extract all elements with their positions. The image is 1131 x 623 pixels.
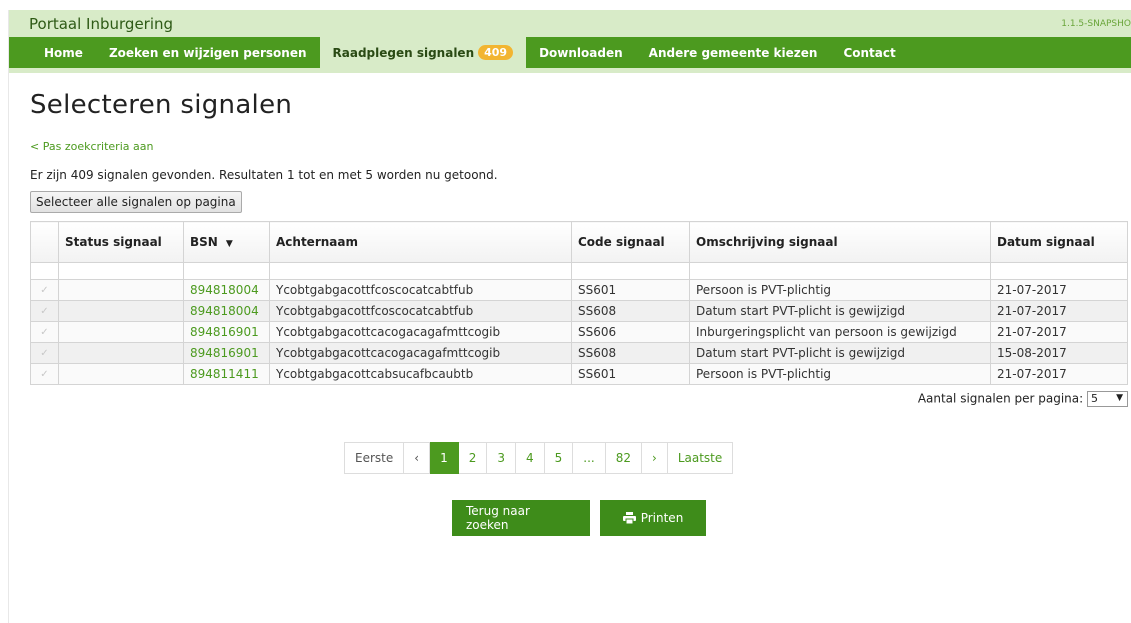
back-to-search-button[interactable]: Terug naar zoeken	[452, 500, 590, 536]
main-content: Selecteren signalen < Pas zoekcriteria a…	[9, 90, 1131, 536]
header-omschrijving[interactable]: Omschrijving signaal	[689, 221, 991, 263]
check-icon[interactable]: ✓	[30, 342, 59, 364]
cell-status	[58, 342, 184, 364]
cell-status	[58, 300, 184, 322]
table-row[interactable]: ✓ 894816901 Ycobtgabgacottcacogacagafmtt…	[30, 342, 1128, 364]
nav-raadplegen-signalen[interactable]: Raadplegen signalen 409	[319, 37, 527, 68]
bsn-link[interactable]: 894816901	[190, 346, 259, 360]
main-nav: Home Zoeken en wijzigen personen Raadple…	[9, 37, 1131, 68]
nav-downloaden[interactable]: Downloaden	[526, 37, 636, 68]
page-5[interactable]: 5	[544, 442, 574, 474]
nav-home[interactable]: Home	[31, 37, 96, 68]
header-achternaam[interactable]: Achternaam	[269, 221, 572, 263]
signals-table: Status signaal BSN ▼ Achternaam Code sign…	[30, 221, 1128, 385]
select-all-button[interactable]: Selecteer alle signalen op pagina	[30, 191, 242, 213]
nav-contact[interactable]: Contact	[830, 37, 908, 68]
per-page-select[interactable]: 5 ▼	[1087, 391, 1128, 407]
check-icon[interactable]: ✓	[30, 321, 59, 343]
page-3[interactable]: 3	[487, 442, 516, 474]
action-bar: Terug naar zoeken Printen	[452, 500, 1131, 536]
cell-omschrijving: Datum start PVT-plicht is gewijzigd	[689, 300, 991, 322]
cell-bsn: 894816901	[183, 342, 270, 364]
check-icon[interactable]: ✓	[30, 300, 59, 322]
cell-achternaam: Ycobtgabgacottcacogacagafmttcogib	[269, 321, 572, 343]
per-page-label: Aantal signalen per pagina:	[917, 391, 1084, 406]
bsn-link[interactable]: 894816901	[190, 325, 259, 339]
result-summary: Er zijn 409 signalen gevonden. Resultate…	[30, 168, 498, 182]
header-bsn[interactable]: BSN ▼	[183, 221, 270, 263]
cell-datum: 21-07-2017	[990, 363, 1128, 385]
header-status[interactable]: Status signaal	[58, 221, 184, 263]
table-row[interactable]: ✓ 894818004 Ycobtgabgacottfcoscocatcabtf…	[30, 300, 1128, 322]
per-page-control: Aantal signalen per pagina: 5 ▼	[30, 391, 1128, 407]
bsn-link[interactable]: 894818004	[190, 283, 259, 297]
cell-code: SS608	[571, 300, 690, 322]
table-row[interactable]: ✓ 894818004 Ycobtgabgacottfcoscocatcabtf…	[30, 279, 1128, 301]
sort-down-icon: ▼	[225, 239, 233, 249]
header-bsn-label: BSN	[190, 235, 218, 249]
cell-achternaam: Ycobtgabgacottcacogacagafmttcogib	[269, 342, 572, 364]
print-button[interactable]: Printen	[600, 500, 706, 536]
cell-omschrijving: Persoon is PVT-plichtig	[689, 363, 991, 385]
page-ellipsis: ...	[573, 442, 606, 474]
cell-achternaam: Ycobtgabgacottcabsucafbcaubtb	[269, 363, 572, 385]
table-row[interactable]: ✓ 894811411 Ycobtgabgacottcabsucafbcaubt…	[30, 363, 1128, 385]
cell-bsn: 894818004	[183, 300, 270, 322]
cell-omschrijving: Datum start PVT-plicht is gewijzigd	[689, 342, 991, 364]
print-label: Printen	[640, 511, 684, 525]
nav-zoeken[interactable]: Zoeken en wijzigen personen	[96, 37, 320, 68]
table-row[interactable]: ✓ 894816901 Ycobtgabgacottcacogacagafmtt…	[30, 321, 1128, 343]
cell-code: SS606	[571, 321, 690, 343]
signal-count-badge: 409	[478, 45, 514, 60]
app-title: Portaal Inburgering	[29, 14, 174, 33]
cell-bsn: 894811411	[183, 363, 270, 385]
cell-code: SS601	[571, 279, 690, 301]
cell-omschrijving: Persoon is PVT-plichtig	[689, 279, 991, 301]
nav-underline	[9, 68, 1131, 73]
cell-datum: 15-08-2017	[990, 342, 1128, 364]
page-last[interactable]: Laatste	[667, 442, 734, 474]
pagination: Eerste ‹ 1 2 3 4 5 ... 82 › Laatste	[344, 442, 1131, 474]
page-1[interactable]: 1	[430, 442, 459, 474]
header-datum[interactable]: Datum signaal	[990, 221, 1128, 263]
cell-omschrijving: Inburgeringsplicht van persoon is gewijz…	[689, 321, 991, 343]
header-checkbox-col	[30, 221, 59, 263]
top-bar: Portaal Inburgering 1.1.5-SNAPSHO	[9, 10, 1131, 37]
cell-datum: 21-07-2017	[990, 321, 1128, 343]
printer-icon	[622, 512, 636, 524]
cell-datum: 21-07-2017	[990, 279, 1128, 301]
page-82[interactable]: 82	[605, 442, 642, 474]
bsn-link[interactable]: 894818004	[190, 304, 259, 318]
bsn-link[interactable]: 894811411	[190, 367, 259, 381]
per-page-value: 5	[1091, 392, 1098, 405]
back-to-criteria-link[interactable]: < Pas zoekcriteria aan	[30, 140, 1131, 153]
cell-achternaam: Ycobtgabgacottfcoscocatcabtfub	[269, 279, 572, 301]
cell-bsn: 894818004	[183, 279, 270, 301]
cell-bsn: 894816901	[183, 321, 270, 343]
chevron-down-icon: ▼	[1116, 393, 1123, 403]
check-icon[interactable]: ✓	[30, 363, 59, 385]
page-2[interactable]: 2	[458, 442, 488, 474]
cell-status	[58, 363, 184, 385]
check-icon[interactable]: ✓	[30, 279, 59, 301]
page-next[interactable]: ›	[642, 442, 668, 474]
nav-andere-gemeente[interactable]: Andere gemeente kiezen	[636, 37, 831, 68]
table-header-row: Status signaal BSN ▼ Achternaam Code sign…	[30, 221, 1128, 263]
cell-status	[58, 321, 184, 343]
version-label: 1.1.5-SNAPSHO	[1061, 18, 1131, 29]
page-title: Selecteren signalen	[30, 90, 293, 120]
cell-datum: 21-07-2017	[990, 300, 1128, 322]
page-4[interactable]: 4	[515, 442, 545, 474]
cell-achternaam: Ycobtgabgacottfcoscocatcabtfub	[269, 300, 572, 322]
cell-code: SS601	[571, 363, 690, 385]
cell-code: SS608	[571, 342, 690, 364]
page-prev[interactable]: ‹	[404, 442, 431, 474]
cell-status	[58, 279, 184, 301]
page-first[interactable]: Eerste	[344, 442, 405, 474]
nav-raadplegen-label: Raadplegen signalen	[332, 45, 475, 60]
app-frame: Portaal Inburgering 1.1.5-SNAPSHO Home Z…	[8, 10, 1131, 623]
header-code[interactable]: Code signaal	[571, 221, 690, 263]
table-spacer-row	[30, 262, 1128, 280]
